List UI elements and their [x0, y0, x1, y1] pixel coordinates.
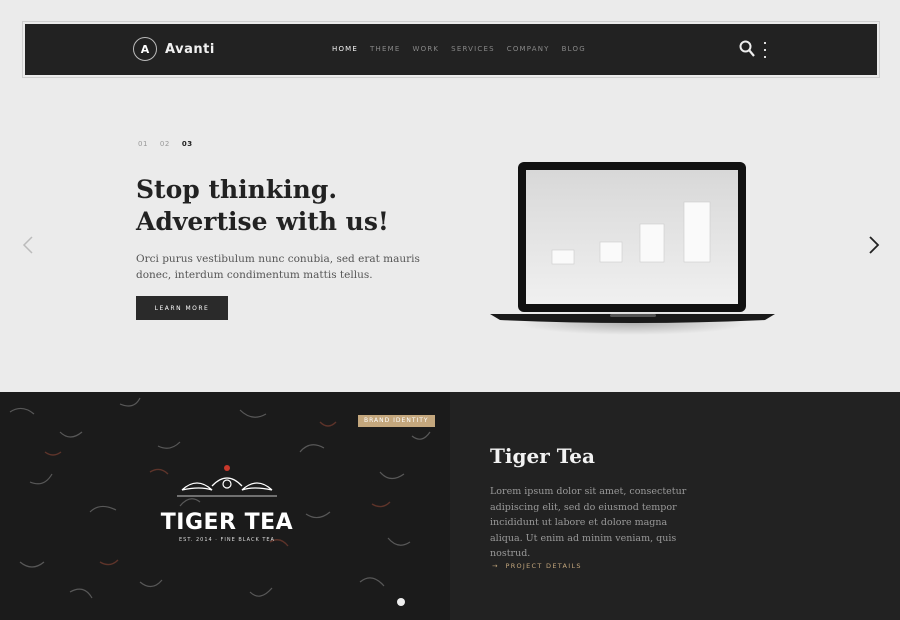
top-navbar: A Avanti HOME THEME WORK SERVICES COMPAN… [25, 24, 877, 75]
project-image[interactable]: BRAND IDENTITY TIGER TEA EST. 2014 · FIN… [0, 392, 450, 620]
slide-number-1[interactable]: 01 [138, 140, 148, 148]
logo-mark-icon: A [133, 37, 157, 61]
nav-item-company[interactable]: COMPANY [507, 45, 550, 53]
project-details-panel: Tiger Tea Lorem ipsum dolor sit amet, co… [450, 392, 900, 620]
arrow-right-icon: → [492, 562, 499, 570]
laptop-icon [490, 162, 775, 335]
slide-number-2[interactable]: 02 [160, 140, 170, 148]
brand-wordmark: TIGER TEA [160, 510, 294, 535]
slide-pager: 01 02 03 [138, 140, 193, 148]
nav-item-work[interactable]: WORK [412, 45, 439, 53]
hero-slider: 01 02 03 Stop thinking. Advertise with u… [0, 80, 900, 392]
hero-text: Orci purus vestibulum nunc conubia, sed … [136, 253, 420, 281]
search-icon[interactable] [739, 40, 755, 58]
nav-item-theme[interactable]: THEME [370, 45, 400, 53]
logo-text: Avanti [165, 41, 215, 57]
nav-item-home[interactable]: HOME [332, 45, 358, 53]
hero-title: Stop thinking. Advertise with us! [136, 175, 389, 236]
chevron-right-icon[interactable] [868, 235, 880, 255]
main-menu: HOME THEME WORK SERVICES COMPANY BLOG [332, 45, 586, 53]
nav-item-blog[interactable]: BLOG [562, 45, 586, 53]
ornament-icon [177, 465, 277, 497]
project-details-link[interactable]: → PROJECT DETAILS [492, 562, 582, 570]
project-description: Lorem ipsum dolor sit amet, consectetur … [490, 486, 687, 559]
brand-tagline: EST. 2014 · FINE BLACK TEA [179, 537, 275, 543]
category-badge: BRAND IDENTITY [358, 415, 435, 427]
slide-number-3[interactable]: 03 [182, 140, 193, 148]
carousel-dot[interactable] [397, 598, 405, 606]
logo[interactable]: A Avanti [133, 37, 215, 61]
project-title: Tiger Tea [490, 444, 595, 468]
learn-more-button[interactable]: LEARN MORE [136, 296, 228, 320]
tiger-tea-logo: TIGER TEA EST. 2014 · FINE BLACK TEA [160, 462, 294, 543]
nav-item-services[interactable]: SERVICES [451, 45, 495, 53]
header-frame: A Avanti HOME THEME WORK SERVICES COMPAN… [22, 21, 880, 78]
chevron-left-icon[interactable] [22, 235, 34, 255]
more-vertical-icon[interactable] [763, 42, 767, 58]
project-details-label: PROJECT DETAILS [505, 562, 582, 570]
